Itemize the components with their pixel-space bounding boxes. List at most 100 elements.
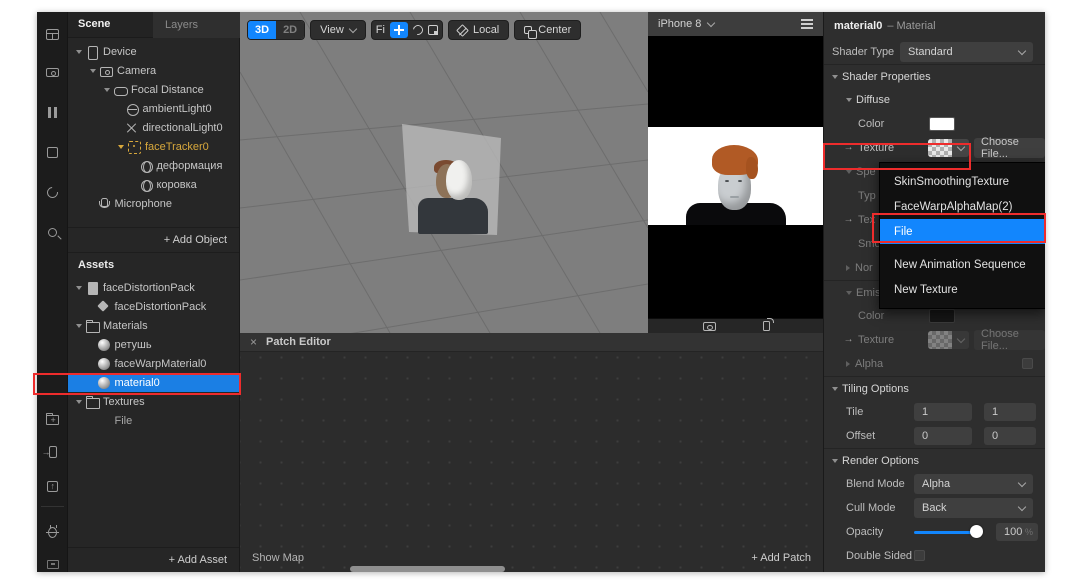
blend-mode-dropdown[interactable]: Alpha: [914, 474, 1033, 494]
block-icon: [98, 301, 110, 313]
scene-item-microphone[interactable]: Microphone: [68, 194, 239, 213]
tiling-options-section[interactable]: Tiling Options: [824, 376, 1045, 400]
horizontal-scrollbar[interactable]: [350, 566, 505, 572]
opacity-slider-thumb[interactable]: [970, 525, 983, 538]
shader-type-dropdown[interactable]: Standard: [900, 42, 1033, 62]
alpha-checkbox[interactable]: [1022, 358, 1033, 369]
patch-connection-icon: [842, 333, 855, 346]
move-tool-icon[interactable]: [390, 22, 408, 38]
patch-connection-icon: [842, 213, 855, 226]
transform-tools: Fi: [371, 20, 443, 40]
diffuse-section[interactable]: Diffuse: [824, 88, 1045, 112]
scene-item-camera[interactable]: Camera: [68, 61, 239, 80]
local-button[interactable]: Local: [448, 20, 509, 40]
asset-texture-file[interactable]: File: [68, 411, 239, 430]
mode-2d-button[interactable]: 2D: [276, 21, 304, 39]
opacity-slider[interactable]: [914, 531, 978, 534]
patch-editor-title: Patch Editor: [266, 336, 331, 348]
cull-mode-row: Cull Mode Back: [824, 496, 1045, 520]
device-icon: [86, 46, 98, 58]
patch-editor[interactable]: Patch Editor Show Map + Add Patch: [240, 333, 823, 572]
menu-item-new-texture[interactable]: New Texture: [880, 277, 1045, 302]
add-asset-button[interactable]: + Add Asset: [68, 547, 239, 572]
scene-item-facetracker0[interactable]: faceTracker0: [68, 137, 239, 156]
fit-button[interactable]: Fi: [376, 24, 385, 36]
chevron-down-icon: [1018, 502, 1026, 510]
viewport-3d[interactable]: 3D 2D View Fi Local Center: [240, 12, 648, 333]
flip-camera-icon[interactable]: [703, 322, 716, 331]
spark-ar-studio-window: Scene Layers Device Camera Focal Distanc…: [0, 0, 1080, 588]
offset-y-input[interactable]: 0: [984, 427, 1036, 445]
pause-icon[interactable]: [37, 96, 68, 128]
face-tracker-icon: [128, 141, 140, 153]
add-folder-icon[interactable]: [37, 404, 68, 436]
tab-scene[interactable]: Scene: [78, 18, 110, 30]
emission-color-swatch[interactable]: [929, 309, 955, 323]
asset-material-retouch[interactable]: ретушь: [68, 335, 239, 354]
view-dropdown[interactable]: View: [310, 20, 366, 40]
double-sided-checkbox[interactable]: [914, 550, 925, 561]
center-button[interactable]: Center: [514, 20, 581, 40]
emission-texture-dropdown[interactable]: [928, 331, 969, 349]
scene-item-korovka[interactable]: коровка: [68, 175, 239, 194]
directional-light-icon: [126, 122, 138, 134]
chevron-down-icon: [349, 24, 357, 32]
microphone-icon: [98, 198, 110, 210]
emission-texture-row: Texture Choose File...: [824, 328, 1045, 352]
asset-facedistortionpack-block[interactable]: faceDistortionPack: [68, 297, 239, 316]
simulator-header: iPhone 8: [648, 12, 823, 36]
focal-distance-icon: [114, 84, 126, 96]
rotate-tool-icon[interactable]: [411, 23, 425, 37]
asset-facedistortionpack-file[interactable]: faceDistortionPack: [68, 278, 239, 297]
screen-capture-icon[interactable]: [37, 548, 68, 572]
chevron-down-icon: [707, 18, 715, 26]
cull-mode-dropdown[interactable]: Back: [914, 498, 1033, 518]
test-device-icon[interactable]: [37, 516, 68, 548]
simulator-menu-icon[interactable]: [801, 19, 813, 21]
tile-y-input[interactable]: 1: [984, 403, 1036, 421]
folder-icon: [86, 396, 98, 408]
annotation-texture-row: [823, 143, 971, 170]
scene-item-device[interactable]: Device: [68, 42, 239, 61]
shader-properties-section[interactable]: Shader Properties: [824, 64, 1045, 88]
send-to-device-icon[interactable]: [37, 436, 68, 468]
material-sphere-icon: [98, 358, 110, 370]
diffuse-choose-file-button[interactable]: Choose File...: [974, 138, 1045, 158]
camera-feed: [648, 127, 823, 225]
scene-item-ambientlight0[interactable]: ambientLight0: [68, 99, 239, 118]
menu-item-new-animation-sequence[interactable]: New Animation Sequence: [880, 252, 1045, 277]
dimension-toggle: 3D 2D: [247, 20, 305, 40]
layout-icon[interactable]: [37, 18, 68, 50]
scene-item-deformacia[interactable]: деформация: [68, 156, 239, 175]
alpha-section[interactable]: Alpha: [824, 352, 1045, 376]
asset-material-facewarpmaterial0[interactable]: faceWarpMaterial0: [68, 354, 239, 373]
stop-icon[interactable]: [37, 136, 68, 168]
device-selector[interactable]: iPhone 8: [658, 18, 701, 30]
add-patch-button[interactable]: + Add Patch: [751, 552, 811, 564]
opacity-value-input[interactable]: 100%: [996, 523, 1038, 541]
tab-layers[interactable]: Layers: [153, 12, 240, 38]
tile-x-input[interactable]: 1: [914, 403, 972, 421]
mode-3d-button[interactable]: 3D: [248, 21, 276, 39]
render-options-section[interactable]: Render Options: [824, 448, 1045, 472]
material-name: material0: [834, 20, 882, 32]
emission-choose-file-button[interactable]: Choose File...: [974, 330, 1045, 350]
shader-type-row: Shader Type Standard: [824, 40, 1045, 64]
show-map-button[interactable]: Show Map: [252, 552, 304, 564]
scale-tool-icon[interactable]: [428, 25, 438, 35]
offset-x-input[interactable]: 0: [914, 427, 972, 445]
camera-view-icon[interactable]: [37, 56, 68, 88]
close-icon[interactable]: [250, 335, 257, 349]
rotate-device-icon[interactable]: [763, 321, 770, 331]
publish-icon[interactable]: [37, 470, 68, 502]
add-object-button[interactable]: + Add Object: [68, 227, 239, 252]
tile-row: Tile 1 1: [824, 400, 1045, 424]
restart-icon[interactable]: [37, 176, 68, 208]
diffuse-color-swatch[interactable]: [929, 117, 955, 131]
asset-folder-materials[interactable]: Materials: [68, 316, 239, 335]
double-sided-row: Double Sided: [824, 544, 1045, 568]
menu-item-skinsmoothingtexture[interactable]: SkinSmoothingTexture: [880, 169, 1045, 194]
scene-item-directionallight0[interactable]: directionalLight0: [68, 118, 239, 137]
search-icon[interactable]: [37, 216, 68, 248]
scene-item-focal-distance[interactable]: Focal Distance: [68, 80, 239, 99]
